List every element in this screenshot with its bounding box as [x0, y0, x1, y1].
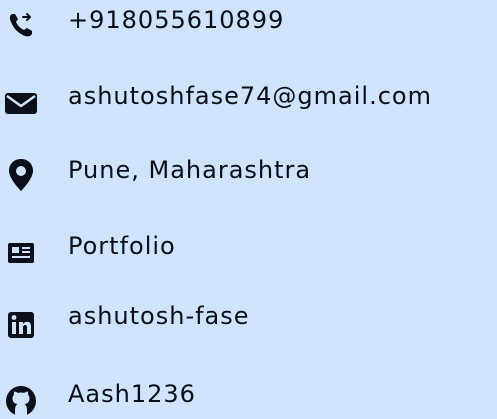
linkedin-icon	[4, 308, 38, 342]
location-text: Pune, Maharashtra	[68, 156, 312, 184]
github-icon	[4, 384, 38, 418]
contact-item-location: Pune, Maharashtra	[0, 152, 497, 204]
contact-panel: +918055610899 ashutoshfase74@gmail.com P…	[0, 0, 497, 419]
phone-number[interactable]: +918055610899	[68, 6, 284, 34]
linkedin-handle[interactable]: ashutosh-fase	[68, 302, 250, 330]
envelope-icon	[4, 86, 38, 120]
email-address[interactable]: ashutoshfase74@gmail.com	[68, 82, 432, 110]
portfolio-card-icon	[4, 236, 38, 270]
portfolio-link[interactable]: Portfolio	[68, 232, 176, 260]
location-pin-icon	[4, 158, 38, 192]
contact-item-linkedin[interactable]: ashutosh-fase	[0, 302, 497, 354]
contact-item-portfolio[interactable]: Portfolio	[0, 228, 497, 280]
github-handle[interactable]: Aash1236	[68, 380, 196, 408]
contact-item-github[interactable]: Aash1236	[0, 374, 497, 419]
phone-icon	[4, 8, 38, 42]
contact-item-email[interactable]: ashutoshfase74@gmail.com	[0, 78, 497, 130]
contact-item-phone[interactable]: +918055610899	[0, 0, 497, 52]
